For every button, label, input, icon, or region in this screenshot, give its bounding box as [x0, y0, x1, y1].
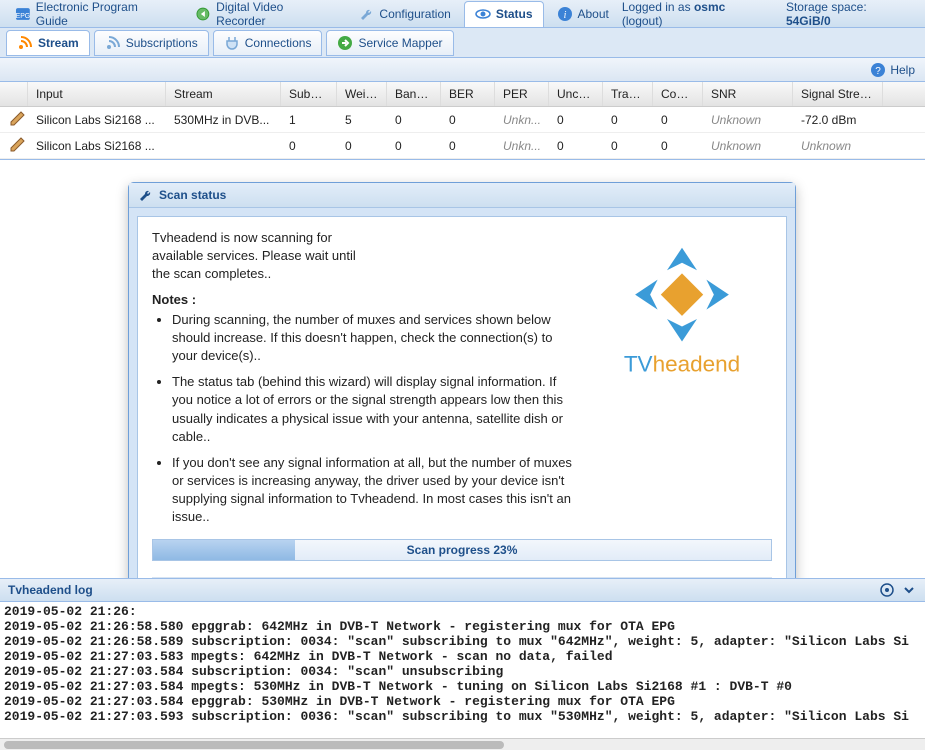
subscriptions-icon — [105, 35, 121, 51]
info-icon: i — [557, 6, 573, 22]
logged-in-status: Logged in as osmc (logout) — [622, 0, 774, 28]
logout-link[interactable]: (logout) — [622, 14, 663, 28]
col-input[interactable]: Input — [28, 82, 166, 106]
col-trans[interactable]: Trans... — [603, 82, 653, 106]
subtab-label: Connections — [245, 36, 312, 50]
top-right-status: Logged in as osmc (logout) Storage space… — [622, 0, 925, 28]
username: osmc — [694, 0, 725, 14]
sub-tabs: Stream Subscriptions Connections Service… — [0, 28, 925, 58]
tab-about[interactable]: i About — [546, 1, 620, 27]
log-body[interactable]: 2019-05-02 21:26: 2019-05-02 21:26:58.58… — [0, 602, 925, 738]
tab-label: Electronic Program Guide — [36, 0, 172, 28]
grid-row[interactable]: Silicon Labs Si2168 ... 530MHz in DVB...… — [0, 107, 925, 133]
col-per[interactable]: PER — [495, 82, 549, 106]
col-conti[interactable]: Conti... — [653, 82, 703, 106]
subtab-connections[interactable]: Connections — [213, 30, 323, 56]
wrench-icon — [358, 6, 374, 22]
progress-fill — [153, 540, 295, 560]
log-header[interactable]: Tvheadend log — [0, 578, 925, 602]
dialog-title-bar[interactable]: Scan status — [129, 183, 795, 208]
svg-text:TVheadend: TVheadend — [624, 352, 740, 377]
tab-label: About — [578, 7, 609, 21]
tuner-icon — [8, 134, 28, 154]
help-icon: ? — [870, 62, 886, 78]
col-band[interactable]: Band... — [387, 82, 441, 106]
arrow-right-icon — [337, 35, 353, 51]
notes-label: Notes : — [152, 292, 372, 307]
tab-configuration[interactable]: Configuration — [347, 1, 461, 27]
svg-text:i: i — [563, 10, 566, 21]
log-title: Tvheadend log — [8, 583, 93, 597]
dialog-title: Scan status — [159, 188, 226, 202]
grid-header: Input Stream Subs ... Weight Band... BER… — [0, 82, 925, 107]
scrollbar-thumb[interactable] — [4, 741, 504, 749]
col-stream[interactable]: Stream — [166, 82, 281, 106]
wrench-icon — [137, 187, 153, 203]
col-weight[interactable]: Weight — [337, 82, 387, 106]
tab-label: Status — [496, 7, 533, 21]
subtab-label: Subscriptions — [126, 36, 198, 50]
eye-icon — [475, 6, 491, 22]
tab-label: Digital Video Recorder — [216, 0, 334, 28]
tab-status[interactable]: Status — [464, 1, 544, 27]
progress-label: Scan progress 23% — [407, 543, 518, 557]
chevron-down-icon[interactable] — [901, 582, 917, 598]
tab-epg[interactable]: EPG Electronic Program Guide — [4, 1, 182, 27]
tab-dvr[interactable]: Digital Video Recorder — [184, 1, 345, 27]
note-item: If you don't see any signal information … — [172, 454, 572, 527]
svg-text:?: ? — [876, 66, 882, 77]
top-tabs: EPG Electronic Program Guide Digital Vid… — [0, 0, 925, 28]
tvheadend-logo: TVheadend — [597, 229, 767, 382]
subtab-label: Stream — [38, 36, 79, 50]
subtab-stream[interactable]: Stream — [6, 30, 90, 56]
plug-icon — [224, 35, 240, 51]
subtab-service-mapper[interactable]: Service Mapper — [326, 30, 453, 56]
help-bar: ? Help — [0, 58, 925, 82]
svg-text:EPG: EPG — [16, 13, 31, 20]
tab-label: Configuration — [379, 7, 450, 21]
stream-grid: Input Stream Subs ... Weight Band... BER… — [0, 82, 925, 160]
dvr-icon — [195, 6, 211, 22]
subtab-subscriptions[interactable]: Subscriptions — [94, 30, 209, 56]
col-signal[interactable]: Signal Strength — [793, 82, 883, 106]
settings-icon[interactable] — [879, 582, 895, 598]
tuner-icon — [8, 108, 28, 128]
col-snr[interactable]: SNR — [703, 82, 793, 106]
scan-intro: Tvheadend is now scanning for available … — [152, 229, 372, 284]
horizontal-scrollbar[interactable] — [0, 738, 925, 750]
storage-value: 54GiB/0 — [786, 14, 831, 28]
epg-icon: EPG — [15, 6, 31, 22]
subtab-label: Service Mapper — [358, 36, 442, 50]
note-item: The status tab (behind this wizard) will… — [172, 373, 572, 446]
col-subs[interactable]: Subs ... — [281, 82, 337, 106]
col-ber[interactable]: BER — [441, 82, 495, 106]
grid-row[interactable]: Silicon Labs Si2168 ... 0 0 0 0 Unkn... … — [0, 133, 925, 159]
help-button[interactable]: ? Help — [870, 62, 915, 78]
stream-icon — [17, 35, 33, 51]
storage-status: Storage space: 54GiB/0 — [786, 0, 913, 28]
col-uncor[interactable]: Uncor... — [549, 82, 603, 106]
note-item: During scanning, the number of muxes and… — [172, 311, 572, 366]
scan-progress-bar: Scan progress 23% — [152, 539, 772, 561]
